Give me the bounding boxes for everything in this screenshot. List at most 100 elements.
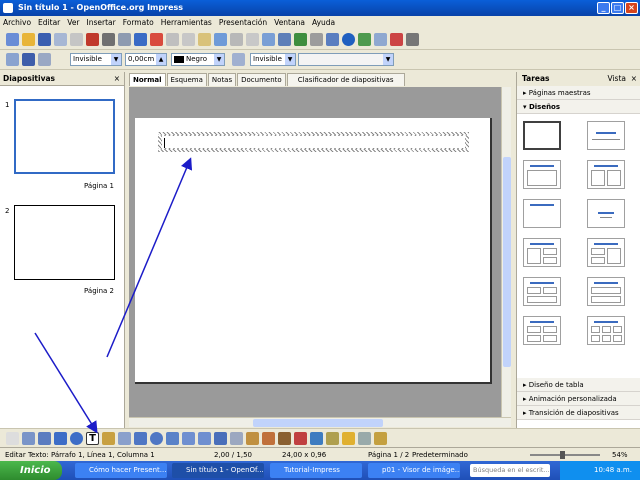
export-pdf-icon[interactable] xyxy=(86,33,99,46)
horizontal-scroll-thumb[interactable] xyxy=(253,419,383,427)
menu-ventana[interactable]: Ventana xyxy=(274,16,305,30)
section-table-design[interactable]: ▸ Diseño de tabla xyxy=(517,378,640,392)
menu-ver[interactable]: Ver xyxy=(67,16,79,30)
layout-title-2content[interactable] xyxy=(587,160,625,189)
text-tool-icon[interactable]: T xyxy=(86,432,99,445)
layout-blank[interactable] xyxy=(523,121,561,150)
horizontal-scrollbar[interactable] xyxy=(129,417,511,427)
maximize-button[interactable]: □ xyxy=(611,2,624,14)
save-icon[interactable] xyxy=(38,33,51,46)
vertical-scrollbar[interactable] xyxy=(501,87,511,417)
copy-icon[interactable] xyxy=(182,33,195,46)
line-icon[interactable] xyxy=(22,53,35,66)
callouts-icon[interactable] xyxy=(198,432,211,445)
area-icon[interactable] xyxy=(232,53,245,66)
clone-format-icon[interactable] xyxy=(214,33,227,46)
desktop-search-input[interactable]: Búsqueda en el escrit... xyxy=(470,464,550,477)
section-layouts[interactable]: ▾ Diseños xyxy=(517,100,640,114)
slide-work-area[interactable] xyxy=(129,87,511,417)
start-button[interactable]: Inicio xyxy=(0,461,62,480)
tab-normal[interactable]: Normal xyxy=(129,73,166,86)
open-folder-icon[interactable] xyxy=(22,33,35,46)
slide-thumbnail-2[interactable] xyxy=(14,205,115,280)
section-custom-animation[interactable]: ▸ Animación personalizada xyxy=(517,392,640,406)
tab-documento[interactable]: Documento xyxy=(237,73,286,86)
select-arrow-icon[interactable] xyxy=(6,432,19,445)
gallery-icon[interactable] xyxy=(294,432,307,445)
taskbar-item[interactable]: p01 - Visor de imáge... xyxy=(368,463,460,478)
layout-title-text[interactable] xyxy=(523,199,561,228)
layout-title-2content-over[interactable] xyxy=(587,277,625,306)
edit-file-icon[interactable] xyxy=(70,33,83,46)
navigator-icon[interactable] xyxy=(294,33,307,46)
line-color-select[interactable]: Negro ▼ xyxy=(171,53,225,66)
arrange-icon[interactable] xyxy=(374,432,387,445)
menu-presentacion[interactable]: Presentación xyxy=(219,16,267,30)
menu-formato[interactable]: Formato xyxy=(123,16,154,30)
line-width-input[interactable]: 0,00cm ▲ xyxy=(125,53,167,66)
extrusion-icon[interactable] xyxy=(310,432,323,445)
redo-icon[interactable] xyxy=(246,33,259,46)
undo-icon[interactable] xyxy=(230,33,243,46)
from-file-icon[interactable] xyxy=(278,432,291,445)
tab-notas[interactable]: Notas xyxy=(207,73,237,86)
effects-icon[interactable] xyxy=(326,432,339,445)
slide-design-icon[interactable] xyxy=(374,33,387,46)
section-master-pages[interactable]: ▸ Páginas maestras xyxy=(517,86,640,100)
shadow-icon[interactable] xyxy=(342,432,355,445)
layout-title-content-2right[interactable] xyxy=(587,238,625,267)
layout-title-2content-top[interactable] xyxy=(523,277,561,306)
section-slide-transition[interactable]: ▸ Transición de diapositivas xyxy=(517,406,640,420)
symbol-shapes-icon[interactable] xyxy=(150,432,163,445)
print-preview-icon[interactable] xyxy=(118,33,131,46)
menu-insertar[interactable]: Insertar xyxy=(87,16,116,30)
rectangle-icon[interactable] xyxy=(54,432,67,445)
spellcheck-icon[interactable] xyxy=(134,33,147,46)
tab-esquema[interactable]: Esquema xyxy=(166,73,207,86)
area-style-select[interactable]: Invisible ▼ xyxy=(250,53,296,66)
slide-thumbnail-1[interactable] xyxy=(14,99,115,174)
close-panel-icon[interactable]: × xyxy=(114,72,120,86)
line-arrow-icon[interactable] xyxy=(38,432,51,445)
close-presentation-icon[interactable] xyxy=(406,33,419,46)
paste-icon[interactable] xyxy=(198,33,211,46)
ellipse-icon[interactable] xyxy=(70,432,83,445)
taskbar-item[interactable]: Cómo hacer Present... xyxy=(75,463,167,478)
arrow-style-icon[interactable] xyxy=(38,53,51,66)
layout-title-content[interactable] xyxy=(523,160,561,189)
alignment-icon[interactable] xyxy=(358,432,371,445)
help-icon[interactable] xyxy=(342,33,355,46)
close-panel-icon[interactable]: × xyxy=(631,72,637,86)
table-icon[interactable] xyxy=(278,33,291,46)
taskbar-item[interactable]: Tutorial-Impress xyxy=(270,463,362,478)
minimize-button[interactable]: _ xyxy=(597,2,610,14)
connector-icon[interactable] xyxy=(118,432,131,445)
slide-icon[interactable] xyxy=(358,33,371,46)
close-button[interactable]: × xyxy=(625,2,638,14)
print-icon[interactable] xyxy=(102,33,115,46)
title-text-box[interactable] xyxy=(158,132,469,152)
presentation-icon[interactable] xyxy=(390,33,403,46)
slide-canvas[interactable] xyxy=(135,118,492,384)
layout-title-4content[interactable] xyxy=(523,316,561,345)
stars-icon[interactable] xyxy=(214,432,227,445)
menu-editar[interactable]: Editar xyxy=(38,16,60,30)
window-titlebar[interactable]: Sin título 1 - OpenOffice.org Impress _ … xyxy=(0,0,640,16)
curve-icon[interactable] xyxy=(102,432,115,445)
flowchart-icon[interactable] xyxy=(182,432,195,445)
autospellcheck-icon[interactable] xyxy=(150,33,163,46)
menu-ayuda[interactable]: Ayuda xyxy=(312,16,335,30)
show-draw-functions-icon[interactable] xyxy=(310,33,323,46)
layout-centered-text[interactable] xyxy=(587,199,625,228)
fontwork-icon[interactable] xyxy=(262,432,275,445)
area-fill-select[interactable]: ▼ xyxy=(298,53,394,66)
style-icon[interactable] xyxy=(6,53,19,66)
layout-title-2content-left[interactable] xyxy=(523,238,561,267)
new-document-icon[interactable] xyxy=(6,33,19,46)
menu-archivo[interactable]: Archivo xyxy=(3,16,31,30)
email-icon[interactable] xyxy=(54,33,67,46)
layout-title-6content[interactable] xyxy=(587,316,625,345)
tab-clasificador[interactable]: Clasificador de diapositivas xyxy=(286,73,405,86)
basic-shapes-icon[interactable] xyxy=(134,432,147,445)
vertical-scroll-thumb[interactable] xyxy=(503,157,511,367)
